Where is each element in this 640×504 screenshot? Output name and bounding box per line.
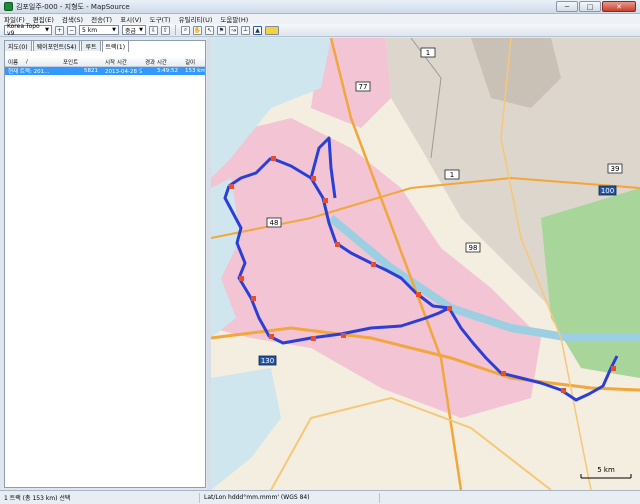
menu-find[interactable]: 검색(S) bbox=[62, 14, 83, 24]
tab-waypoints[interactable]: 웨이포인트(54) bbox=[32, 40, 81, 51]
status-bar: 1 트랙 (총 153 km) 선택 Lat/Lon hddd°mm.mmm' … bbox=[0, 490, 640, 504]
menu-view[interactable]: 표시(V) bbox=[120, 14, 141, 24]
column-header-start-time[interactable]: 시작 시간 bbox=[102, 58, 142, 66]
minimize-button[interactable]: ─ bbox=[556, 1, 578, 12]
highway-shield-1: 1 bbox=[420, 47, 436, 58]
window-title: 김포일주-000 - 지형도 - MapSource bbox=[16, 2, 130, 11]
map-product-select[interactable]: Korea Topo v9 ▼ bbox=[4, 23, 52, 37]
highway-shield-130: 130 bbox=[258, 355, 277, 366]
detail-value: 중급 bbox=[125, 27, 137, 35]
track-start-time: 2013-04-28 오전 ... bbox=[105, 69, 142, 75]
map-canvas[interactable]: 1 77 48 1 100 39 98 130 5 km bbox=[211, 38, 640, 490]
title-bar: 김포일주-000 - 지형도 - MapSource ─ □ ✕ bbox=[0, 0, 640, 14]
highway-shield-39: 39 bbox=[607, 163, 623, 174]
toolbar-divider bbox=[175, 25, 176, 35]
track-elapsed: 3:49:52 bbox=[156, 68, 178, 74]
track-length: 153 km bbox=[185, 68, 205, 74]
selection-tool-icon[interactable]: ↖ bbox=[205, 25, 214, 35]
selection-status: 1 트랙 (총 153 km) 선택 bbox=[0, 492, 200, 503]
highway-shield-100: 100 bbox=[598, 185, 617, 196]
column-header-elapsed[interactable]: 경과 시간 bbox=[142, 58, 182, 66]
highway-shield-label: 1 bbox=[426, 49, 430, 57]
menu-tools[interactable]: 도구(T) bbox=[150, 14, 171, 24]
menu-utilities[interactable]: 유틸리티(U) bbox=[179, 14, 213, 24]
highway-shield-label: 130 bbox=[261, 357, 274, 365]
highway-shield-98: 98 bbox=[465, 242, 481, 253]
highway-shield-label: 48 bbox=[270, 219, 279, 227]
map-product-value: Korea Topo v9 bbox=[7, 23, 40, 37]
menu-transfer[interactable]: 전송(T) bbox=[91, 14, 112, 24]
highway-shield-label: 98 bbox=[469, 244, 478, 252]
chevron-down-icon: ▼ bbox=[45, 27, 49, 33]
tab-routes[interactable]: 루트 bbox=[81, 40, 101, 51]
scale-label: 5 km bbox=[597, 466, 615, 474]
column-header-points[interactable]: 포인트 bbox=[60, 58, 102, 66]
maximize-button[interactable]: □ bbox=[579, 1, 601, 12]
send-to-device-icon[interactable]: ⇧ bbox=[161, 25, 170, 35]
track-name: 현재 트랙: 201... bbox=[8, 69, 50, 75]
chevron-down-icon: ▼ bbox=[139, 27, 143, 33]
data-list-panel bbox=[4, 40, 206, 488]
zoom-tool-icon[interactable]: ⌕ bbox=[181, 25, 190, 35]
pan-hand-icon[interactable]: ✋ bbox=[193, 25, 202, 35]
detail-select[interactable]: 중급 ▼ bbox=[122, 25, 146, 35]
map-view[interactable]: 1 77 48 1 100 39 98 130 5 km bbox=[211, 38, 640, 490]
sort-indicator: / bbox=[26, 59, 28, 65]
zoom-value: 5 km bbox=[82, 26, 98, 34]
distance-tool-icon[interactable]: ⟂ bbox=[241, 25, 250, 35]
menu-help[interactable]: 도움말(H) bbox=[220, 14, 248, 24]
zoom-out-icon[interactable]: − bbox=[67, 25, 76, 35]
receive-from-device-icon[interactable]: ⇩ bbox=[149, 25, 158, 35]
close-button[interactable]: ✕ bbox=[602, 1, 636, 12]
tab-maps[interactable]: 지도(0) bbox=[4, 40, 32, 51]
track-row[interactable]: 현재 트랙: 201... 5821 2013-04-28 오전 ... 3:4… bbox=[5, 67, 205, 75]
panel-tabs: 지도(0) 웨이포인트(54) 루트 트랙(1) bbox=[4, 40, 130, 52]
coordinate-format: Lat/Lon hddd°mm.mmm' (WGS 84) bbox=[200, 492, 380, 503]
highway-shield-label: 39 bbox=[611, 165, 620, 173]
highway-shield-label: 100 bbox=[601, 187, 614, 195]
highway-shield-1b: 1 bbox=[444, 169, 460, 180]
menu-bar: 파일(F) 편집(E) 검색(S) 전송(T) 표시(V) 도구(T) 유틸리티… bbox=[0, 14, 640, 24]
highway-shield-48: 48 bbox=[266, 217, 282, 228]
mapsource-app-icon bbox=[4, 2, 13, 11]
highway-shield-label: 77 bbox=[359, 83, 368, 91]
column-header-name[interactable]: 이름 bbox=[5, 58, 23, 66]
chevron-down-icon: ▼ bbox=[112, 27, 116, 33]
route-tool-icon[interactable]: ↝ bbox=[229, 25, 238, 35]
map-sheet-icon[interactable] bbox=[265, 25, 279, 35]
pointer-tool-icon[interactable]: ▲ bbox=[253, 25, 262, 35]
track-points: 5821 bbox=[84, 68, 98, 74]
toolbar: Korea Topo v9 ▼ + − 5 km ▼ 중급 ▼ ⇩ ⇧ ⌕ ✋ ↖ ⚑… bbox=[0, 23, 640, 37]
waypoint-tool-icon[interactable]: ⚑ bbox=[217, 25, 226, 35]
highway-shield-77: 77 bbox=[355, 81, 371, 92]
column-header-length[interactable]: 길이 bbox=[182, 58, 205, 66]
tab-tracks[interactable]: 트랙(1) bbox=[101, 40, 130, 52]
track-list-header: 이름 / 포인트 시작 시간 경과 시간 길이 bbox=[5, 58, 205, 67]
zoom-select[interactable]: 5 km ▼ bbox=[79, 25, 119, 35]
zoom-in-icon[interactable]: + bbox=[55, 25, 64, 35]
highway-shield-label: 1 bbox=[450, 171, 454, 179]
